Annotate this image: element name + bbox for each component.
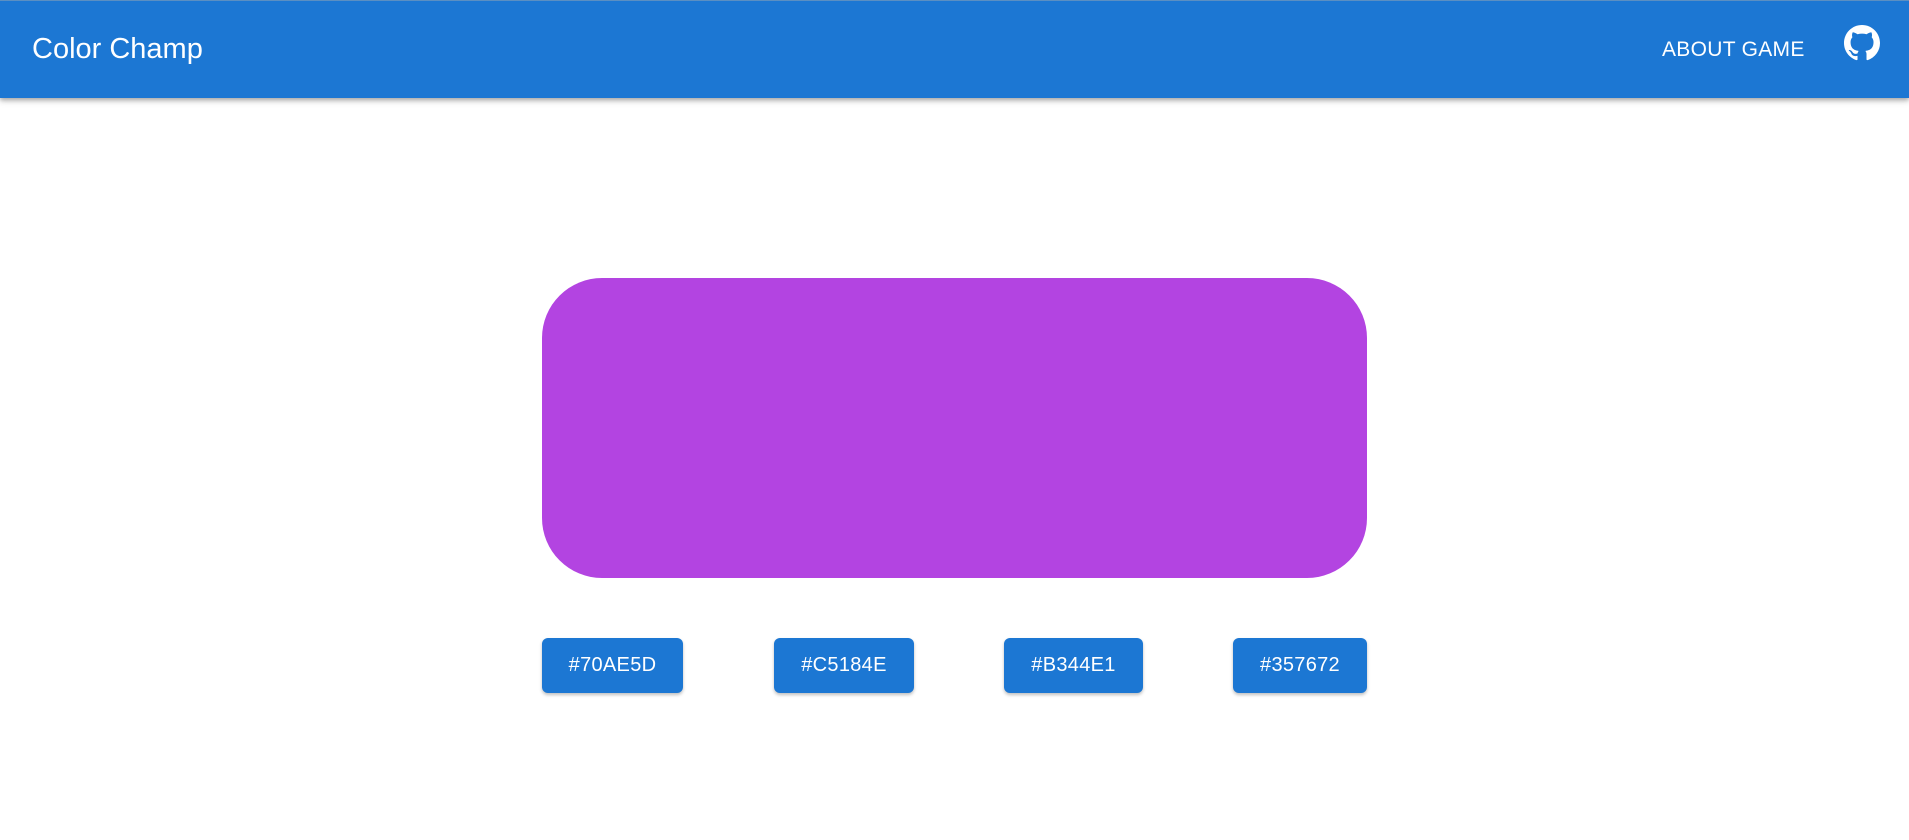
app-title: Color Champ — [32, 33, 203, 65]
github-icon[interactable] — [1844, 25, 1880, 61]
about-game-button[interactable]: ABOUT GAME — [1662, 37, 1805, 63]
option-button-1[interactable]: #70AE5D — [542, 638, 683, 693]
app-bar: Color Champ ABOUT GAME — [0, 0, 1909, 98]
color-swatch — [542, 278, 1367, 578]
github-icon-glyph — [1844, 25, 1880, 61]
option-button-3[interactable]: #B344E1 — [1004, 638, 1143, 693]
color-options: #70AE5D #C5184E #B344E1 #357672 — [542, 638, 1367, 694]
option-button-2[interactable]: #C5184E — [774, 638, 914, 693]
option-button-4[interactable]: #357672 — [1233, 638, 1367, 693]
